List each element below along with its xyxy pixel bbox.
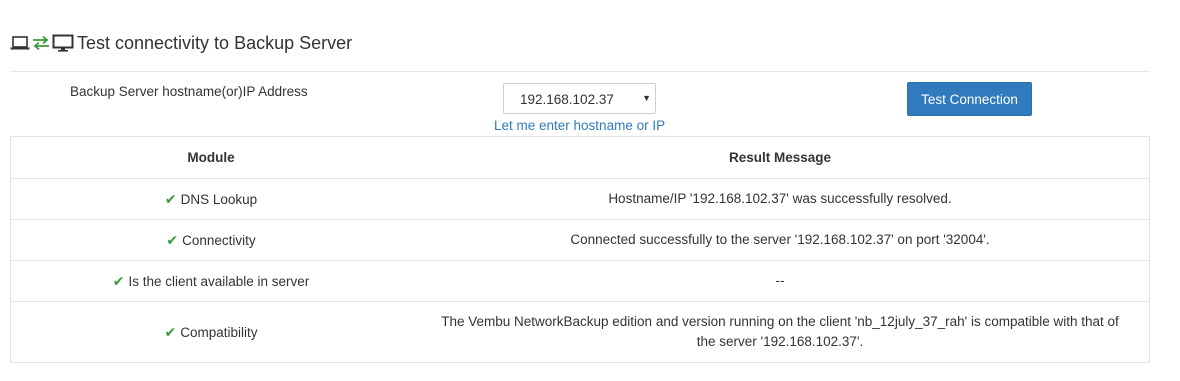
page-header: Test connectivity to Backup Server xyxy=(10,31,352,55)
chevron-down-icon: ▼ xyxy=(642,93,651,103)
result-message: Connected successfully to the server '19… xyxy=(570,232,990,247)
module-cell: ✔ Connectivity xyxy=(11,220,411,260)
transfer-arrows-icon xyxy=(33,35,49,51)
check-icon: ✔ xyxy=(166,231,179,248)
check-icon: ✔ xyxy=(164,190,177,207)
column-header-result-message: Result Message xyxy=(728,149,832,165)
table-row: ✔ Connectivity Connected successfully to… xyxy=(11,219,1149,260)
module-name: Compatibility xyxy=(180,324,258,340)
column-header-module: Module xyxy=(187,150,235,165)
check-icon: ✔ xyxy=(112,272,125,289)
result-message: Hostname/IP '192.168.102.37' was success… xyxy=(608,191,952,206)
laptop-icon xyxy=(10,36,30,50)
page-title: Test connectivity to Backup Server xyxy=(77,32,353,53)
check-icon: ✔ xyxy=(164,323,177,340)
backup-server-select[interactable]: 192.168.102.37 ▼ xyxy=(503,83,656,114)
server-address-label: Backup Server hostname(or)IP Address xyxy=(70,84,308,99)
test-connection-button[interactable]: Test Connection xyxy=(907,82,1032,116)
results-table: Module Result Message ✔ DNS Lookup Hostn… xyxy=(10,136,1150,363)
enter-hostname-link[interactable]: Let me enter hostname or IP xyxy=(494,118,665,133)
header-icons xyxy=(10,34,74,52)
table-header-row: Module Result Message xyxy=(11,137,1149,178)
module-name: DNS Lookup xyxy=(180,191,258,207)
module-cell: ✔ Compatibility xyxy=(11,302,411,362)
result-message: The Vembu NetworkBackup edition and vers… xyxy=(441,314,1119,349)
module-cell: ✔ Is the client available in server xyxy=(11,261,411,301)
table-row: ✔ DNS Lookup Hostname/IP '192.168.102.37… xyxy=(11,178,1149,219)
table-row: ✔ Is the client available in server -- xyxy=(11,260,1149,301)
header-divider xyxy=(10,71,1150,72)
result-message: -- xyxy=(775,273,785,288)
module-cell: ✔ DNS Lookup xyxy=(11,179,411,219)
module-name: Connectivity xyxy=(182,232,256,248)
module-name: Is the client available in server xyxy=(128,273,310,289)
table-row: ✔ Compatibility The Vembu NetworkBackup … xyxy=(11,301,1149,362)
selected-server-value: 192.168.102.37 xyxy=(520,92,614,107)
desktop-monitor-icon xyxy=(52,34,74,52)
